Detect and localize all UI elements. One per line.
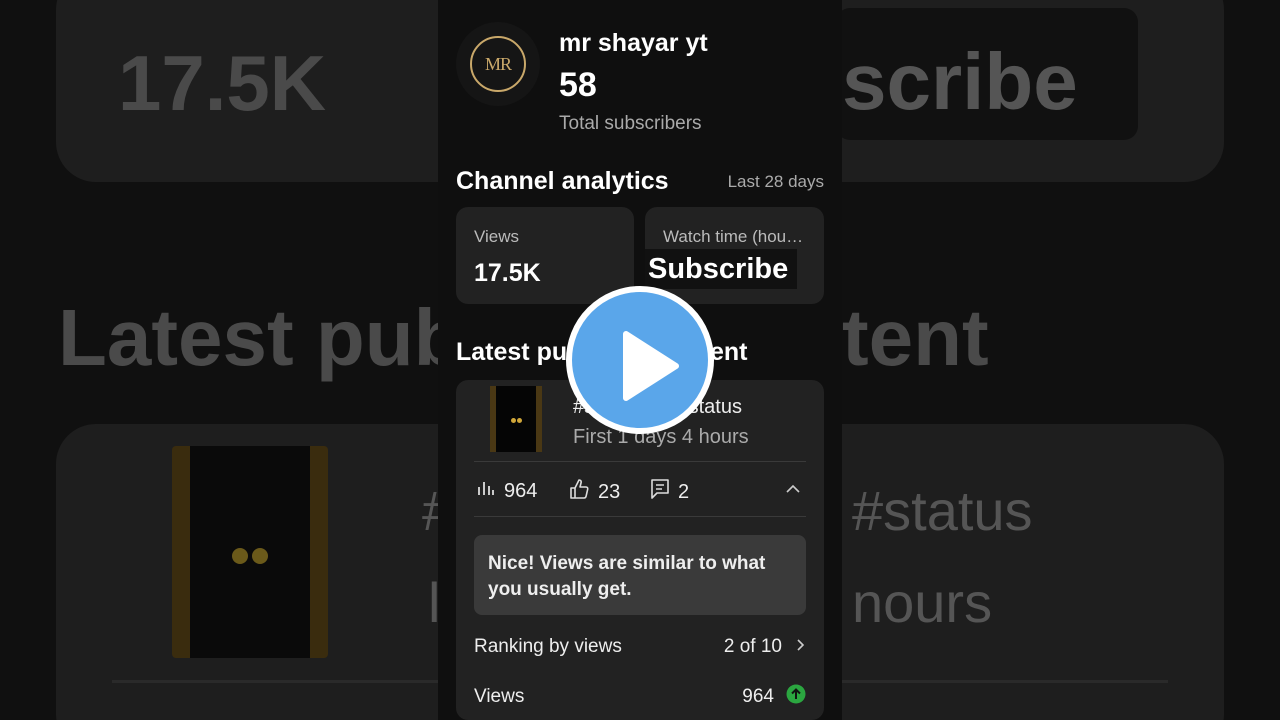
subscribe-overlay[interactable]: Subscribe bbox=[645, 249, 797, 289]
arrow-up-circle-icon bbox=[786, 684, 806, 710]
ranking-value: 2 of 10 bbox=[723, 636, 782, 657]
bg-hours-right: nours bbox=[852, 571, 993, 634]
likes-stat: 23 bbox=[568, 478, 620, 506]
play-icon bbox=[623, 331, 679, 401]
views-row-label: Views bbox=[474, 686, 525, 707]
views-stat: 964 bbox=[476, 478, 537, 504]
ranking-row[interactable]: Ranking by views 2 of 10 bbox=[474, 636, 806, 658]
thumbs-up-icon bbox=[568, 478, 590, 506]
comments-stat: 2 bbox=[650, 478, 689, 506]
bar-chart-icon bbox=[476, 478, 496, 504]
watch-time-label: Watch time (hou… bbox=[663, 227, 804, 246]
likes-count: 23 bbox=[598, 480, 621, 503]
views-metric-card[interactable]: Views 17.5K bbox=[456, 207, 634, 304]
bg-views-value: 17.5K bbox=[118, 39, 327, 127]
bg-latest-left: Latest pub bbox=[58, 293, 463, 382]
ranking-value-group: 2 of 10 bbox=[724, 636, 806, 658]
video-thumbnail[interactable] bbox=[490, 386, 542, 452]
ranking-label: Ranking by views bbox=[474, 636, 622, 657]
views-row: Views 964 bbox=[474, 684, 806, 710]
avatar[interactable]: MR bbox=[456, 22, 540, 106]
latest-content-title-left: Latest pub bbox=[456, 338, 583, 366]
subscriber-count: 58 bbox=[559, 66, 597, 104]
comment-icon bbox=[650, 478, 670, 506]
views-metric-label: Views bbox=[474, 227, 520, 246]
divider bbox=[474, 516, 806, 517]
thumbnail-dot bbox=[517, 418, 522, 423]
performance-note: Nice! Views are similar to what you usua… bbox=[474, 535, 806, 615]
bg-latest-right: tent bbox=[842, 293, 989, 382]
subscriber-label: Total subscribers bbox=[559, 113, 702, 134]
bg-hashtag: #status bbox=[852, 479, 1033, 542]
bg-dot bbox=[252, 548, 268, 564]
avatar-logo: MR bbox=[470, 36, 526, 92]
channel-name: mr shayar yt bbox=[559, 29, 708, 57]
analytics-range[interactable]: Last 28 days bbox=[728, 172, 824, 192]
views-row-value: 964 bbox=[742, 686, 774, 707]
play-button[interactable] bbox=[566, 286, 714, 434]
chevron-right-icon bbox=[796, 636, 806, 658]
comments-count: 2 bbox=[678, 480, 690, 503]
views-row-value-group: 964 bbox=[742, 684, 806, 710]
divider bbox=[474, 461, 806, 462]
views-count: 964 bbox=[504, 479, 538, 502]
bg-thumbnail bbox=[172, 446, 328, 658]
analytics-title: Channel analytics bbox=[456, 167, 669, 195]
chevron-up-icon[interactable] bbox=[784, 480, 802, 503]
bg-subscribe-text: scribe bbox=[842, 37, 1078, 126]
thumbnail-dot bbox=[511, 418, 516, 423]
latest-content-title-right: ent bbox=[710, 338, 748, 366]
views-metric-value: 17.5K bbox=[474, 259, 541, 287]
bg-dot bbox=[232, 548, 248, 564]
